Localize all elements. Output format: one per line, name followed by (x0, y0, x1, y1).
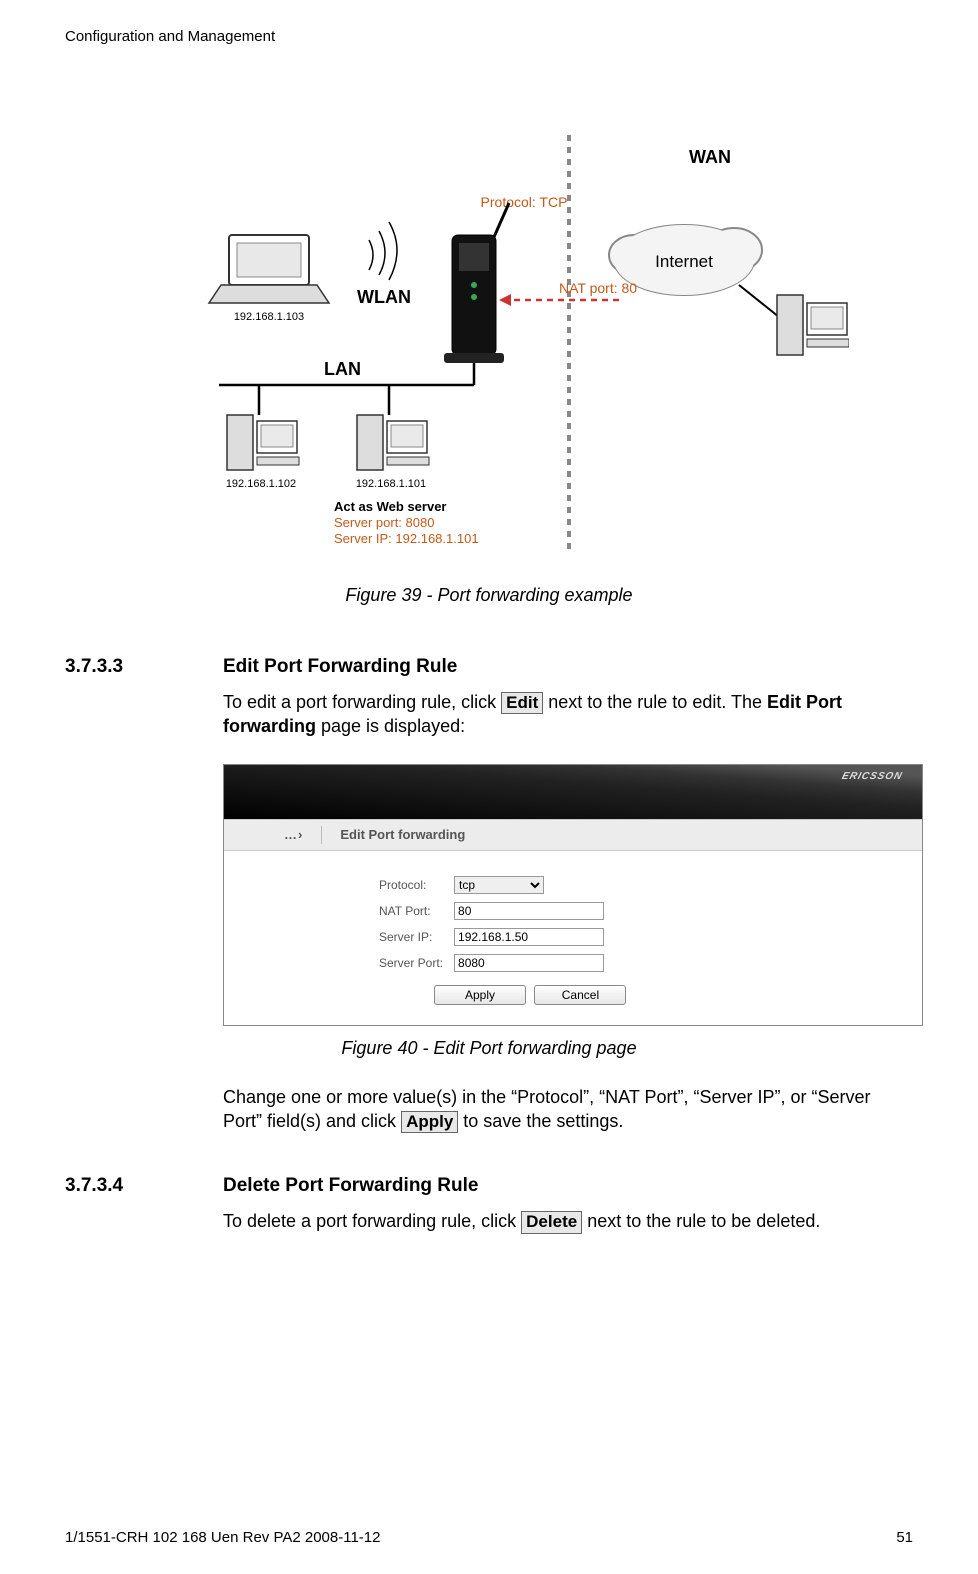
apply-button[interactable]: Apply (434, 985, 526, 1005)
delete-rule-paragraph: To delete a port forwarding rule, click … (223, 1209, 913, 1233)
delete-button-inline: Delete (521, 1211, 582, 1233)
breadcrumb-divider (321, 826, 322, 844)
nat-port-input[interactable] (454, 902, 604, 920)
laptop-ip: 192.168.1.103 (234, 311, 304, 323)
footer-doc-id: 1/1551-CRH 102 168 Uen Rev PA2 2008-11-1… (65, 1529, 380, 1546)
protocol-label: Protocol: TCP (481, 194, 568, 210)
pc2-ip: 192.168.1.101 (356, 478, 426, 490)
section-number-3734: 3.7.3.4 (65, 1175, 223, 1197)
edit-port-forwarding-screenshot: ERICSSON …› Edit Port forwarding Protoco… (223, 764, 923, 1026)
wan-label: WAN (689, 147, 731, 167)
edit-rule-paragraph: To edit a port forwarding rule, click Ed… (223, 690, 913, 739)
router (444, 203, 509, 363)
server-ip-input[interactable] (454, 928, 604, 946)
breadcrumb-title: Edit Port forwarding (340, 827, 465, 842)
section-title-edit: Edit Port Forwarding Rule (223, 656, 457, 678)
server-port-input[interactable] (454, 954, 604, 972)
port-forwarding-diagram: WAN Internet (129, 125, 849, 575)
server-ip-label: Server IP: (378, 927, 449, 947)
section-number-3733: 3.7.3.3 (65, 656, 223, 678)
ericsson-brand: ERICSSON (840, 771, 903, 782)
nat-port-label: NAT port: 80 (559, 280, 637, 296)
server-port-label: Server Port: (378, 953, 449, 973)
cancel-button[interactable]: Cancel (534, 985, 626, 1005)
figure-39-caption: Figure 39 - Port forwarding example (65, 585, 913, 606)
wifi-icon (369, 222, 397, 280)
wan-pc (777, 295, 849, 355)
pc1-ip: 192.168.1.102 (226, 478, 296, 490)
edit-button-inline: Edit (501, 692, 543, 714)
lan-pc-1 (227, 415, 299, 470)
lan-label: LAN (324, 359, 361, 379)
server-ip-label: Server IP: 192.168.1.101 (334, 531, 479, 546)
section-title-delete: Delete Port Forwarding Rule (223, 1175, 478, 1197)
wlan-label: WLAN (357, 287, 411, 307)
protocol-label: Protocol: (378, 875, 449, 895)
server-port-label: Server port: 8080 (334, 515, 434, 530)
change-values-paragraph: Change one or more value(s) in the “Prot… (223, 1085, 913, 1134)
lan-pc-2 (357, 415, 429, 470)
laptop (209, 235, 329, 303)
figure-40-caption: Figure 40 - Edit Port forwarding page (65, 1038, 913, 1059)
running-header: Configuration and Management (65, 28, 913, 45)
svg-text:Internet: Internet (655, 252, 713, 271)
nat-port-label: NAT Port: (378, 901, 449, 921)
breadcrumb-bar: …› Edit Port forwarding (224, 819, 922, 851)
footer-page-number: 51 (896, 1529, 913, 1546)
act-as-label: Act as Web server (334, 499, 447, 514)
breadcrumb-arrow-icon: …› (284, 827, 303, 842)
apply-button-inline: Apply (401, 1111, 458, 1133)
screenshot-banner: ERICSSON (224, 765, 922, 819)
protocol-select[interactable]: tcp (454, 876, 544, 894)
